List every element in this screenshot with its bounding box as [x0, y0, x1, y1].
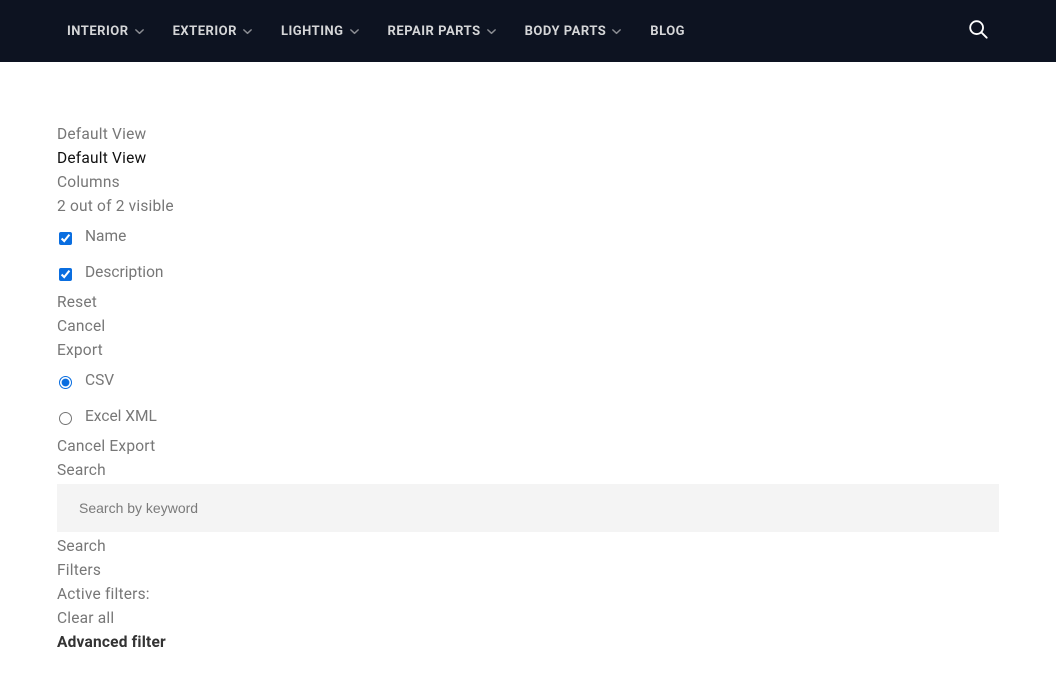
search-button[interactable]: Search [57, 534, 999, 558]
nav-item-exterior[interactable]: EXTERIOR [173, 24, 253, 39]
column-checkbox-name[interactable]: Name [57, 218, 999, 254]
export-label: Export [57, 338, 999, 362]
cancel-export-button[interactable]: Cancel Export [57, 434, 999, 458]
nav-label: EXTERIOR [173, 24, 237, 39]
radio-label: CSV [85, 368, 114, 392]
nav-item-body-parts[interactable]: BODY PARTS [525, 24, 623, 39]
chevron-down-icon [242, 26, 253, 37]
nav-item-lighting[interactable]: LIGHTING [281, 24, 360, 39]
advanced-filter-button[interactable]: Advanced filter [57, 630, 999, 654]
filters-label: Filters [57, 558, 999, 582]
export-radio-excel[interactable]: Excel XML [57, 398, 999, 434]
nav-items: INTERIOR EXTERIOR LIGHTING REPAIR PARTS … [67, 24, 685, 39]
clear-all-button[interactable]: Clear all [57, 606, 999, 630]
search-input[interactable] [57, 484, 999, 532]
radio-csv[interactable] [59, 376, 72, 389]
columns-status: 2 out of 2 visible [57, 194, 999, 218]
active-filters-label: Active filters: [57, 582, 999, 606]
checkbox-label: Description [85, 260, 163, 284]
nav-label: BODY PARTS [525, 24, 607, 39]
reset-button[interactable]: Reset [57, 290, 999, 314]
nav-label: REPAIR PARTS [388, 24, 481, 39]
search-icon[interactable] [967, 18, 989, 44]
nav-label: INTERIOR [67, 24, 129, 39]
top-nav: INTERIOR EXTERIOR LIGHTING REPAIR PARTS … [0, 0, 1056, 62]
chevron-down-icon [486, 26, 497, 37]
nav-item-blog[interactable]: BLOG [650, 24, 685, 39]
chevron-down-icon [134, 26, 145, 37]
content: Default View Default View Columns 2 out … [0, 62, 1056, 674]
nav-item-repair-parts[interactable]: REPAIR PARTS [388, 24, 497, 39]
checkbox-name[interactable] [59, 232, 72, 245]
export-radio-csv[interactable]: CSV [57, 362, 999, 398]
radio-excel-xml[interactable] [59, 412, 72, 425]
columns-label: Columns [57, 170, 999, 194]
nav-label: LIGHTING [281, 24, 344, 39]
default-view-label: Default View [57, 122, 999, 146]
radio-label: Excel XML [85, 404, 157, 428]
checkbox-description[interactable] [59, 268, 72, 281]
column-checkbox-description[interactable]: Description [57, 254, 999, 290]
default-view-selected[interactable]: Default View [57, 146, 999, 170]
chevron-down-icon [611, 26, 622, 37]
checkbox-label: Name [85, 224, 126, 248]
chevron-down-icon [349, 26, 360, 37]
cancel-button[interactable]: Cancel [57, 314, 999, 338]
nav-label: BLOG [650, 24, 685, 39]
nav-item-interior[interactable]: INTERIOR [67, 24, 145, 39]
search-label: Search [57, 458, 999, 482]
